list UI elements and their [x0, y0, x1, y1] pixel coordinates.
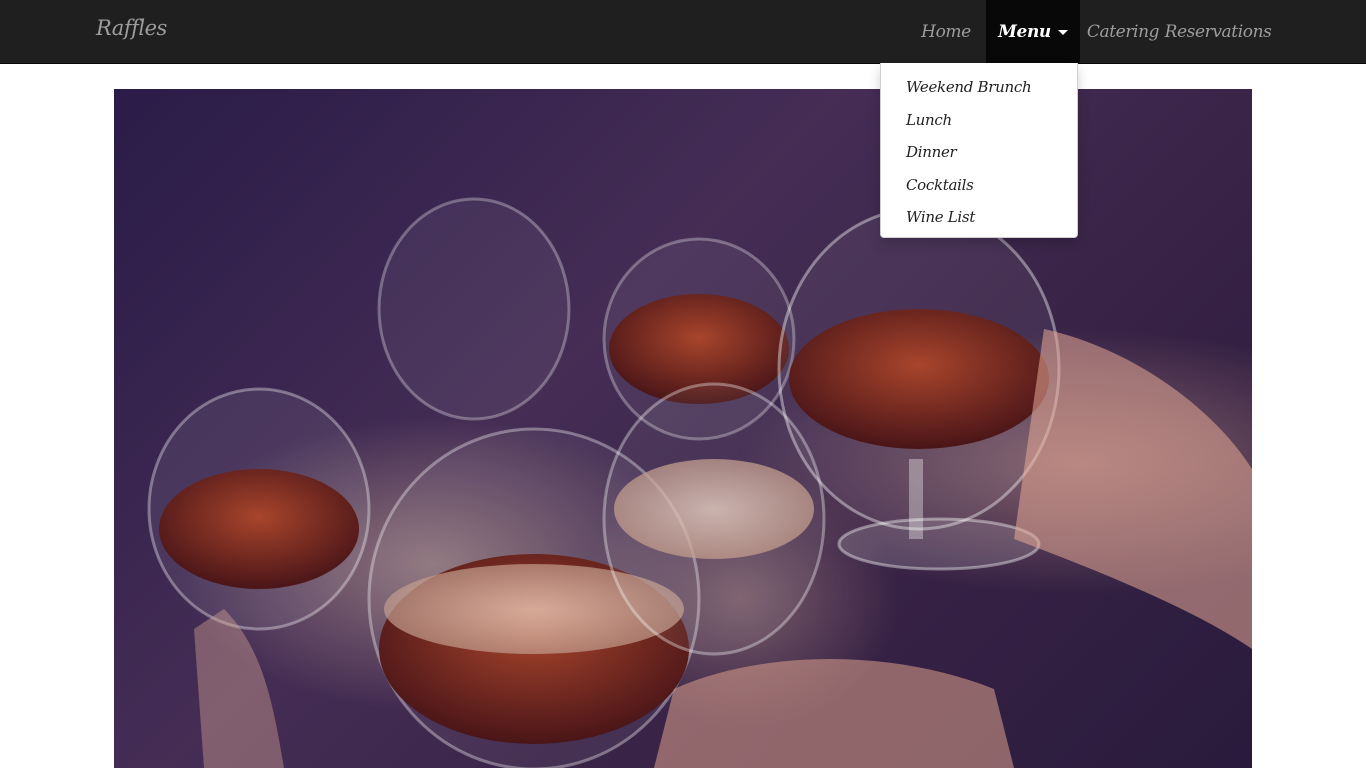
nav-item-label: Catering — [1086, 21, 1160, 42]
dropdown-item-wine-list[interactable]: Wine List — [881, 201, 1077, 234]
toasting-glasses-icon — [114, 89, 1252, 768]
nav-item-reservations[interactable]: Reservations — [1165, 0, 1272, 63]
nav-item-label: Reservations — [1164, 21, 1272, 42]
dropdown-item-lunch[interactable]: Lunch — [881, 104, 1077, 137]
caret-down-icon — [1057, 30, 1068, 35]
brand-logo-link[interactable]: Raffles — [96, 16, 167, 40]
hero-image — [114, 89, 1252, 768]
nav-item-menu[interactable]: Menu — [986, 0, 1080, 63]
nav-item-label: Home — [921, 21, 971, 42]
nav-item-catering[interactable]: Catering — [1087, 0, 1160, 63]
nav-item-home[interactable]: Home — [920, 0, 972, 63]
menu-dropdown: Weekend Brunch Lunch Dinner Cocktails Wi… — [880, 63, 1078, 238]
dropdown-item-weekend-brunch[interactable]: Weekend Brunch — [881, 71, 1077, 104]
nav-item-label: Menu — [998, 21, 1051, 42]
dropdown-item-dinner[interactable]: Dinner — [881, 136, 1077, 169]
dropdown-item-cocktails[interactable]: Cocktails — [881, 169, 1077, 202]
top-navbar: Raffles Home Menu Catering Reservations — [0, 0, 1366, 64]
